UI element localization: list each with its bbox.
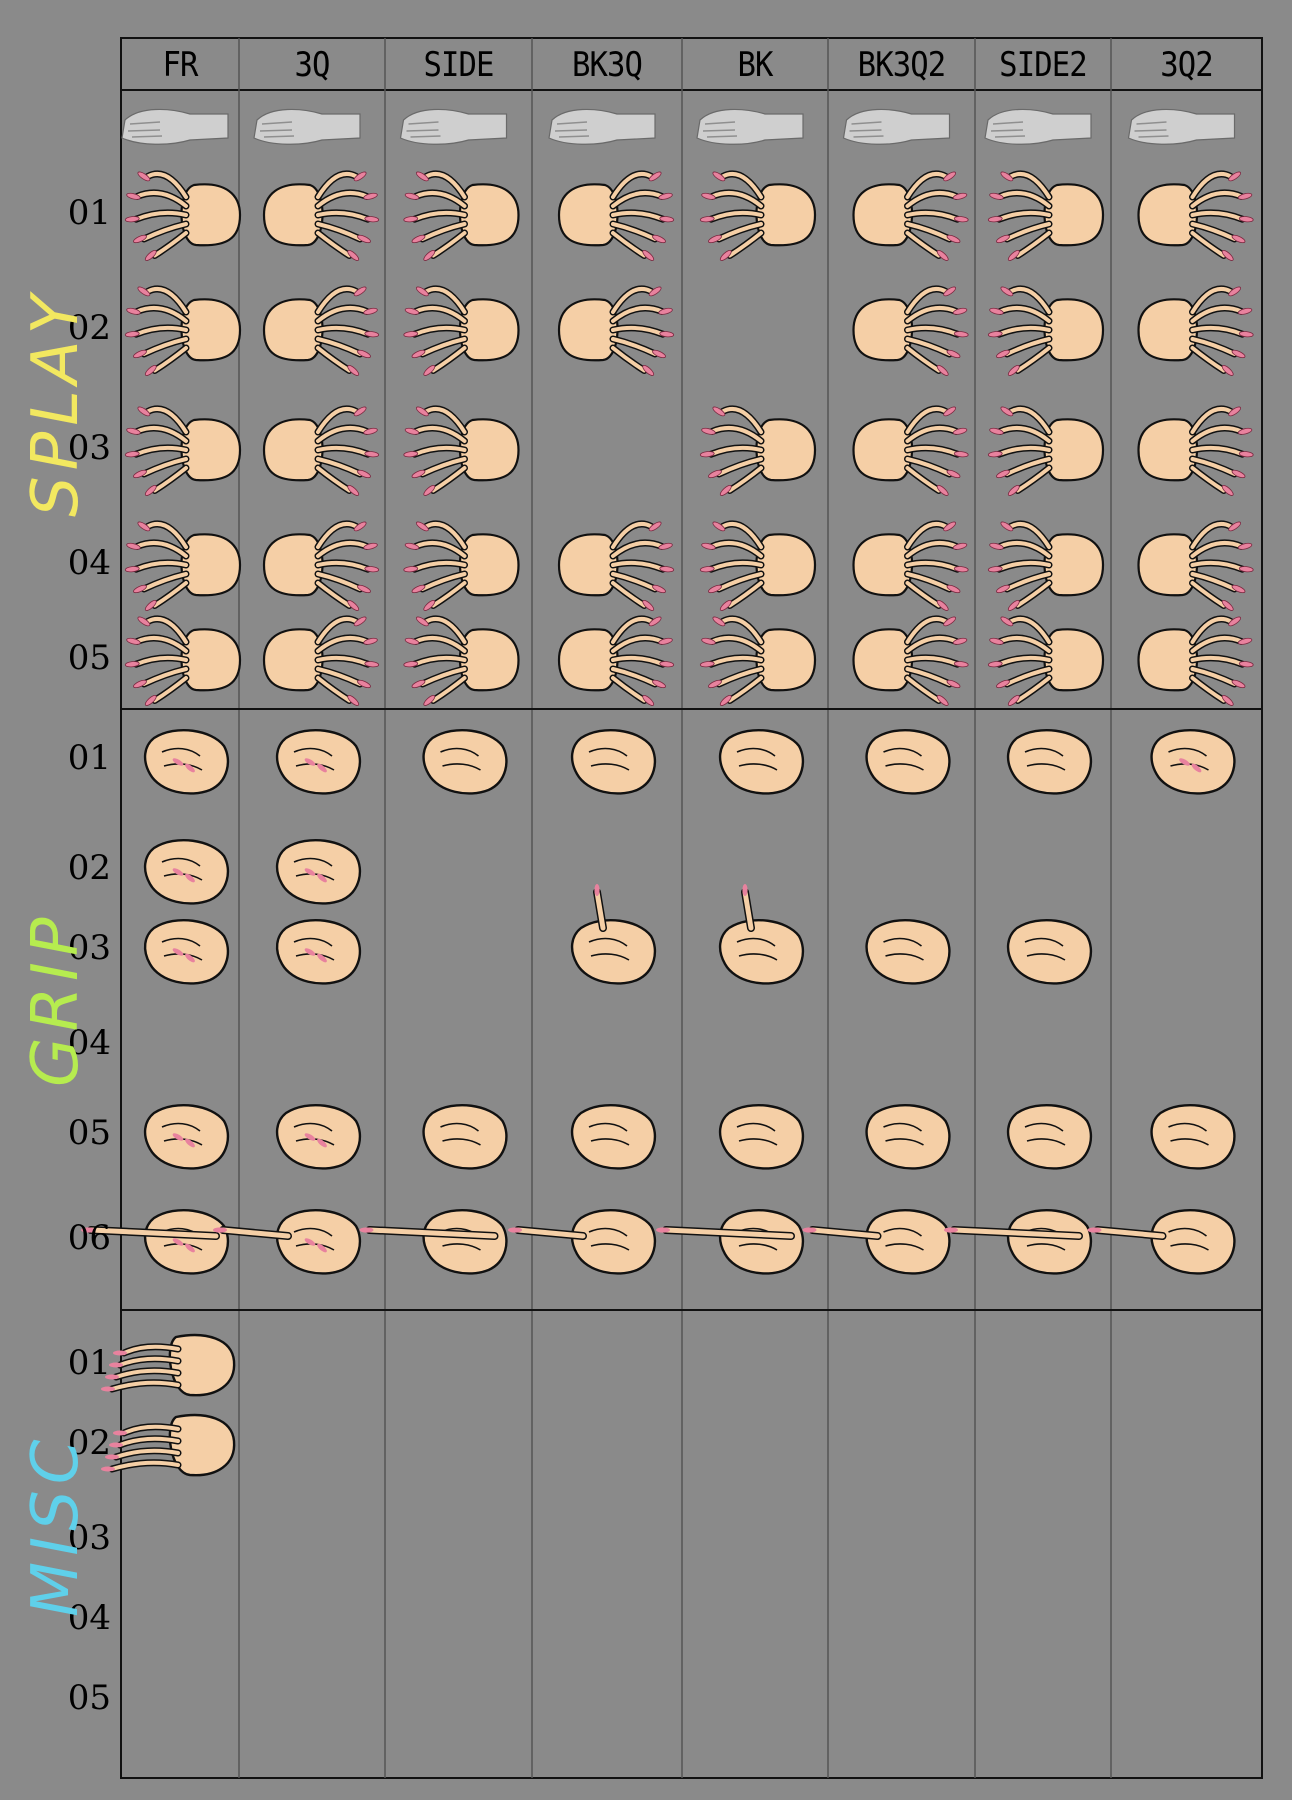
- grip-hand-drawing: [802, 1208, 951, 1275]
- grip-hand-drawing: [1006, 1103, 1093, 1170]
- section-label-splay: SPLAY: [19, 289, 93, 517]
- row-label-misc-01: 01: [67, 1343, 111, 1383]
- splay-hand-drawing: [852, 405, 969, 496]
- grip-hand-drawing: [508, 1208, 657, 1275]
- splay-hand-drawing: [557, 615, 675, 706]
- splay-hand-drawing: [699, 170, 817, 261]
- grip-hand-drawing: [718, 884, 805, 985]
- reference-hand-image: [984, 108, 1092, 145]
- hand-pose-sheet: FR 3Q SIDE BK3Q BK BK3Q2 SIDE2 3Q2 01 02 03 04 05 SPL…: [0, 0, 1292, 1800]
- splay-hand-drawing: [852, 170, 969, 261]
- grip-hand-drawing: [359, 1208, 508, 1275]
- reference-hand-image: [1127, 108, 1236, 145]
- splay-hand-drawing: [699, 520, 817, 611]
- grip-hand-drawing: [865, 728, 951, 795]
- reference-hand-image: [696, 108, 804, 145]
- grip-hand-drawing: [1150, 1103, 1236, 1170]
- splay-hand-drawing: [987, 615, 1105, 706]
- splay-hand-drawing: [1137, 615, 1254, 706]
- splay-hand-drawing: [1137, 405, 1254, 496]
- splay-hand-drawing: [403, 170, 520, 261]
- grip-hand-drawing: [275, 1103, 362, 1170]
- grip-hand-drawing: [143, 838, 230, 905]
- splay-hand-drawing: [987, 285, 1105, 376]
- splay-hand-drawing: [124, 170, 242, 261]
- splay-hand-drawing: [262, 520, 380, 611]
- grip-hand-drawing: [656, 1208, 805, 1275]
- row-label-grip-01: 01: [67, 738, 111, 778]
- grip-hand-drawing: [865, 1103, 951, 1170]
- grip-hand-drawing: [213, 1208, 362, 1275]
- splay-hand-drawing: [262, 615, 380, 706]
- grip-hand-drawing: [570, 884, 657, 985]
- row-label-misc-05: 05: [67, 1678, 111, 1718]
- splay-hand-drawing: [557, 520, 675, 611]
- splay-hand-drawing: [987, 520, 1105, 611]
- splay-hand-drawing: [262, 285, 380, 376]
- row-label-grip-06: 06: [67, 1218, 111, 1258]
- grip-hand-drawing: [275, 728, 362, 795]
- grip-hand-drawing: [718, 728, 805, 795]
- splay-hand-drawing: [124, 285, 242, 376]
- splay-hand-drawing: [987, 405, 1105, 496]
- row-label-splay-01: 01: [67, 193, 111, 233]
- column-header-3q: 3Q: [294, 45, 330, 85]
- splay-hand-drawing: [403, 285, 520, 376]
- splay-hand-drawing: [124, 615, 242, 706]
- splay-hand-drawing: [852, 520, 969, 611]
- reference-hand-image: [548, 108, 656, 145]
- pose-grid: [81, 37, 1263, 1779]
- grip-hand-drawing: [143, 728, 230, 795]
- splay-hand-drawing: [1137, 520, 1254, 611]
- splay-hand-drawing: [557, 170, 675, 261]
- grip-hand-drawing: [143, 1103, 230, 1170]
- column-header-3q2: 3Q2: [1160, 45, 1213, 85]
- splay-hand-drawing: [699, 405, 817, 496]
- splay-hand-drawing: [699, 615, 817, 706]
- row-label-grip-05: 05: [67, 1113, 111, 1153]
- grip-hand-drawing: [570, 728, 657, 795]
- column-header-bk: BK: [737, 45, 773, 85]
- splay-hand-drawing: [124, 405, 242, 496]
- splay-hand-drawing: [987, 170, 1105, 261]
- grip-hand-drawing: [1150, 728, 1236, 795]
- splay-hand-drawing: [403, 615, 520, 706]
- row-label-grip-02: 02: [67, 848, 111, 888]
- splay-hand-drawing: [403, 520, 520, 611]
- splay-hand-drawing: [852, 615, 969, 706]
- column-header-side: SIDE: [423, 45, 494, 85]
- reference-hand-image: [121, 108, 229, 145]
- grip-hand-drawing: [1087, 1208, 1236, 1275]
- grip-hand-drawing: [570, 1103, 657, 1170]
- grip-hand-drawing: [865, 918, 951, 985]
- splay-hand-drawing: [262, 405, 380, 496]
- grip-hand-drawing: [944, 1208, 1093, 1275]
- splay-hand-drawing: [1137, 285, 1254, 376]
- splay-hand-drawing: [557, 285, 675, 376]
- grip-hand-drawing: [275, 838, 362, 905]
- column-header-side2: SIDE2: [999, 45, 1088, 85]
- column-header-bk3q: BK3Q: [571, 45, 643, 85]
- reference-hand-image: [842, 108, 951, 145]
- row-label-splay-04: 04: [67, 543, 111, 583]
- splay-hand-drawing: [124, 520, 242, 611]
- grip-hand-drawing: [275, 918, 362, 985]
- splay-hand-drawing: [1137, 170, 1254, 261]
- splay-hand-drawing: [403, 405, 520, 496]
- section-label-misc: MISC: [19, 1433, 93, 1617]
- grip-hand-drawing: [1006, 728, 1093, 795]
- splay-hand-drawing: [262, 170, 380, 261]
- section-label-grip: GRIP: [19, 911, 93, 1087]
- row-label-splay-05: 05: [67, 638, 111, 678]
- grip-hand-drawing: [143, 918, 230, 985]
- grip-hand-drawing: [422, 728, 508, 795]
- column-header-fr: FR: [162, 45, 198, 85]
- grip-hand-drawing: [422, 1103, 508, 1170]
- grip-hand-drawing: [1006, 918, 1093, 985]
- splay-hand-drawing: [852, 285, 969, 376]
- column-header-bk3q2: BK3Q2: [857, 45, 947, 85]
- reference-hand-image: [399, 108, 508, 145]
- grip-hand-drawing: [718, 1103, 805, 1170]
- reference-hand-image: [253, 108, 361, 145]
